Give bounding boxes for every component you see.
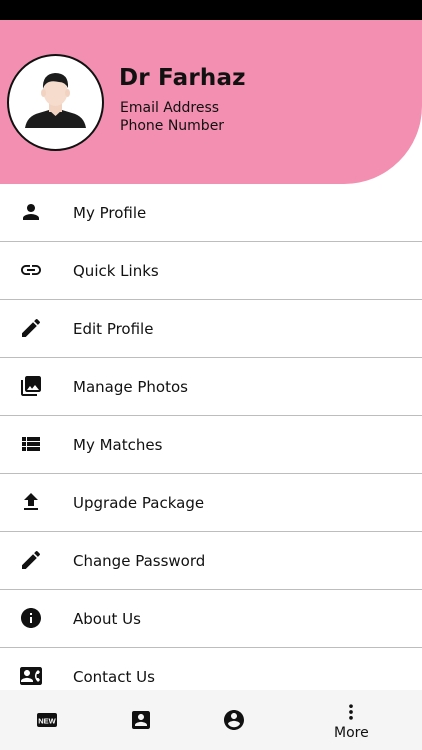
menu-item-upgrade-package[interactable]: Upgrade Package <box>0 474 422 532</box>
menu-item-change-password[interactable]: Change Password <box>0 532 422 590</box>
pencil-icon <box>22 318 41 337</box>
new-badge-icon: NEW <box>37 713 57 727</box>
nav-item-new[interactable]: NEW <box>17 690 77 750</box>
menu-item-label: My Matches <box>73 436 163 454</box>
menu-item-label: Upgrade Package <box>73 494 205 512</box>
pencil-icon <box>22 550 41 569</box>
nav-item-more[interactable]: More <box>321 690 381 750</box>
contact-box-icon <box>132 711 150 729</box>
menu-item-label: About Us <box>73 610 141 628</box>
menu-item-manage-photos[interactable]: Manage Photos <box>0 358 422 416</box>
info-icon <box>21 608 41 628</box>
user-avatar-icon <box>25 73 86 128</box>
contact-card-icon <box>20 667 42 685</box>
person-icon <box>23 204 39 220</box>
menu-item-label: My Profile <box>73 204 147 222</box>
link-icon <box>21 265 41 275</box>
menu-item-label: Manage Photos <box>73 378 188 396</box>
nav-item-contacts[interactable] <box>111 690 171 750</box>
menu-item-label: Contact Us <box>73 668 155 686</box>
email-address-label: Email Address <box>120 100 220 116</box>
list-icon <box>22 437 40 451</box>
menu-item-label: Quick Links <box>73 262 159 280</box>
menu-item-my-matches[interactable]: My Matches <box>0 416 422 474</box>
nav-item-more-label: More <box>334 725 369 741</box>
menu-item-label: Change Password <box>73 552 206 570</box>
avatar[interactable] <box>7 54 104 151</box>
nav-item-account[interactable] <box>204 690 264 750</box>
menu-item-about-us[interactable]: About Us <box>0 590 422 648</box>
menu-item-my-profile[interactable]: My Profile <box>0 184 422 242</box>
phone-number-label: Phone Number <box>120 118 225 134</box>
bottom-navigation: NEW More <box>0 690 422 750</box>
profile-name: Dr Farhaz <box>119 65 246 91</box>
svg-text:NEW: NEW <box>38 717 56 726</box>
upload-icon <box>24 493 38 510</box>
more-vertical-icon <box>349 704 353 720</box>
menu-item-quick-links[interactable]: Quick Links <box>0 242 422 300</box>
status-bar <box>0 0 422 20</box>
profile-header: Dr Farhaz Email Address Phone Number <box>0 20 422 184</box>
menu-item-edit-profile[interactable]: Edit Profile <box>0 300 422 358</box>
menu-item-label: Edit Profile <box>73 320 154 338</box>
account-circle-icon <box>224 710 244 730</box>
drawer-menu: My Profile Quick Links Edit Profile Mana… <box>0 184 422 706</box>
photo-library-icon <box>21 376 41 396</box>
